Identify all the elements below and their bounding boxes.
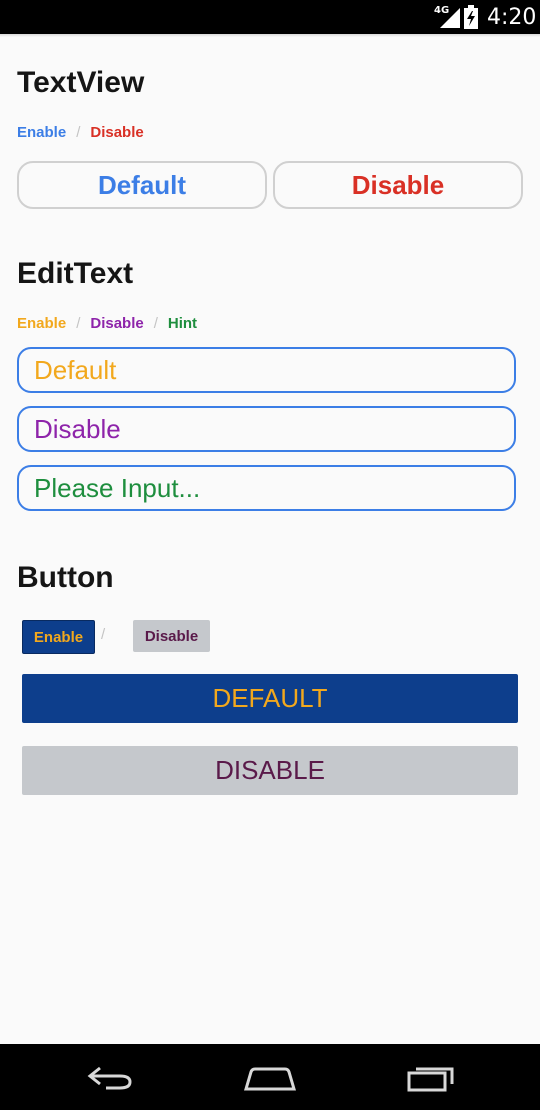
tag-hint: Hint — [167, 315, 198, 332]
edittext-default-field[interactable]: Default — [17, 347, 516, 393]
disable-button: Disable — [133, 620, 210, 652]
back-icon[interactable] — [86, 1064, 134, 1092]
status-bar-shadow — [0, 34, 540, 37]
button-title: Button — [17, 561, 114, 594]
enable-button[interactable]: Enable — [22, 620, 95, 654]
textview-title: TextView — [17, 66, 145, 99]
tag-enable: Enable — [17, 124, 67, 141]
edittext-tags: Enable / Disable / Hint — [17, 315, 197, 332]
clock: 4:20 — [487, 5, 537, 30]
signal-icon — [440, 8, 460, 28]
recents-icon[interactable] — [406, 1064, 456, 1092]
navigation-bar — [0, 1044, 540, 1110]
status-bar: 4G 4:20 — [0, 0, 540, 34]
default-button[interactable]: DEFAULT — [22, 674, 518, 723]
textview-disable: Disable — [273, 161, 523, 209]
tag-separator: / — [153, 315, 158, 332]
tag-disable: Disable — [90, 124, 144, 141]
tag-separator: / — [76, 124, 81, 141]
textview-tags: Enable / Disable — [17, 124, 144, 141]
button-separator: / — [101, 626, 106, 643]
tag-enable: Enable — [17, 315, 67, 332]
tag-disable: Disable — [90, 315, 144, 332]
edittext-disabled-field: Disable — [17, 406, 516, 452]
home-icon[interactable] — [243, 1064, 297, 1092]
tag-separator: / — [76, 315, 81, 332]
edittext-title: EditText — [17, 257, 134, 290]
edittext-hint-field[interactable]: Please Input... — [17, 465, 516, 511]
battery-charging-icon — [464, 5, 478, 29]
disable-big-button: DISABLE — [22, 746, 518, 795]
textview-default[interactable]: Default — [17, 161, 267, 209]
